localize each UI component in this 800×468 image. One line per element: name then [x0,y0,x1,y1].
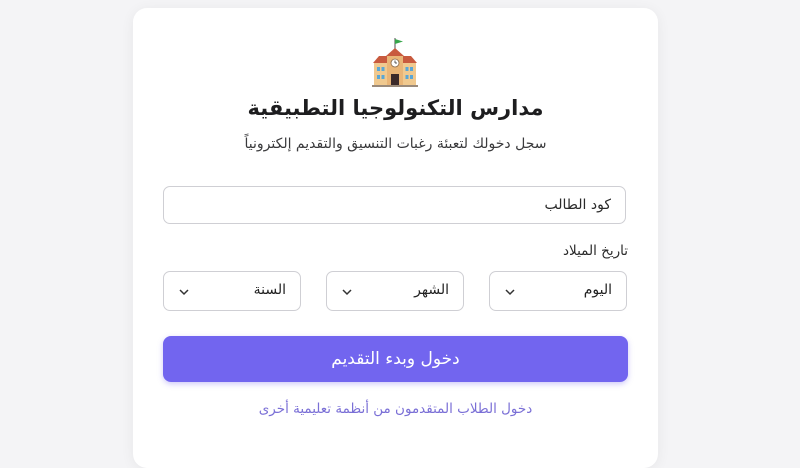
month-select-value: الشهر [414,282,449,298]
day-select[interactable]: اليوم [489,271,627,311]
chevron-down-icon [505,289,515,296]
chevron-down-icon [179,289,189,296]
student-code-input[interactable] [163,186,626,224]
page-title: مدارس التكنولوجيا التطبيقية [247,96,544,120]
page-subtitle: سجل دخولك لتعبئة رغبات التنسيق والتقديم … [244,136,547,152]
chevron-down-icon [342,289,352,296]
birth-date-label: تاريخ الميلاد [563,243,628,259]
login-submit-button[interactable]: دخول وبدء التقديم [163,336,628,382]
school-building-icon [372,38,418,87]
month-select[interactable]: الشهر [326,271,464,311]
other-systems-login-link[interactable]: دخول الطلاب المتقدمون من أنظمة تعليمية أ… [133,401,658,417]
day-select-value: اليوم [583,282,612,298]
login-card: مدارس التكنولوجيا التطبيقية سجل دخولك لت… [133,8,658,468]
year-select-value: السنة [253,282,286,298]
year-select[interactable]: السنة [163,271,301,311]
